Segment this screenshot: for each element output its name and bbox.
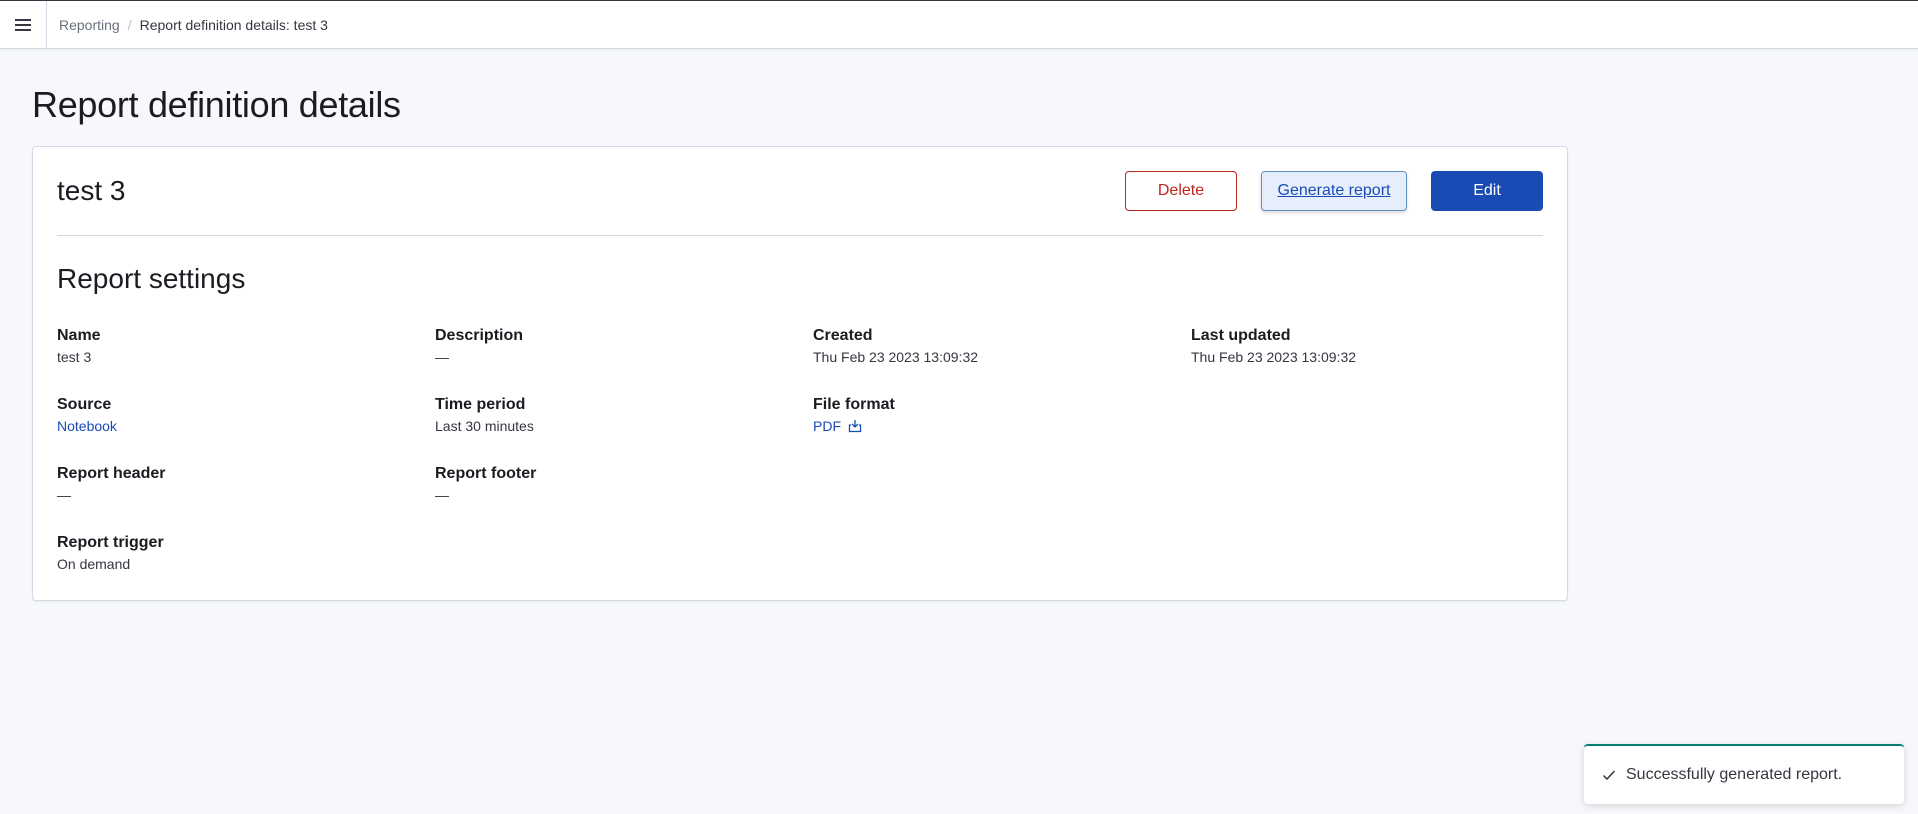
- name-field: Name test 3: [57, 327, 101, 365]
- description-label: Description: [435, 327, 524, 344]
- report-footer-value: —: [435, 487, 449, 503]
- report-trigger-value: On demand: [57, 556, 131, 572]
- name-value: test 3: [57, 349, 92, 365]
- pdf-download-link[interactable]: PDF: [813, 418, 863, 434]
- hamburger-menu-icon: [15, 18, 31, 31]
- file-format-field: File format PDF: [813, 396, 895, 434]
- source-field: Source Notebook: [57, 396, 117, 434]
- report-trigger-field: Report trigger On demand: [57, 534, 164, 572]
- time-period-label: Time period: [435, 396, 526, 413]
- source-notebook-link[interactable]: Notebook: [57, 418, 117, 434]
- name-label: Name: [57, 327, 101, 344]
- last-updated-field: Last updated Thu Feb 23 2023 13:09:32: [1191, 327, 1356, 365]
- report-settings-title: Report settings: [57, 263, 246, 294]
- file-format-value: PDF: [813, 418, 841, 434]
- created-label: Created: [813, 327, 873, 344]
- breadcrumb: Reporting / Report definition details: t…: [47, 17, 328, 33]
- delete-button[interactable]: Delete: [1125, 171, 1237, 211]
- menu-button[interactable]: [0, 0, 47, 49]
- top-bar: Reporting / Report definition details: t…: [0, 0, 1918, 49]
- breadcrumb-separator: /: [127, 16, 132, 33]
- page-title: Report definition details: [32, 84, 401, 125]
- breadcrumb-current: Report definition details: test 3: [139, 16, 328, 33]
- description-value: —: [435, 349, 449, 365]
- description-field: Description —: [435, 327, 523, 365]
- breadcrumb-reporting-link[interactable]: Reporting: [59, 17, 120, 33]
- report-trigger-label: Report trigger: [57, 534, 164, 551]
- time-period-field: Time period Last 30 minutes: [435, 396, 534, 434]
- section-divider: [57, 235, 1543, 236]
- report-header-field: Report header —: [57, 465, 165, 503]
- last-updated-value: Thu Feb 23 2023 13:09:32: [1191, 349, 1357, 365]
- report-definition-panel: test 3 Delete Generate report Edit Repor…: [32, 146, 1568, 601]
- generate-report-button[interactable]: Generate report: [1261, 171, 1407, 211]
- created-value: Thu Feb 23 2023 13:09:32: [813, 349, 979, 365]
- success-toast[interactable]: Successfully generated report.: [1584, 744, 1904, 804]
- definition-name-heading: test 3: [57, 175, 126, 206]
- report-footer-field: Report footer —: [435, 465, 536, 503]
- report-header-label: Report header: [57, 465, 166, 482]
- toast-message: Successfully generated report.: [1626, 766, 1843, 783]
- check-icon: [1602, 770, 1616, 781]
- download-icon: [848, 420, 862, 433]
- created-field: Created Thu Feb 23 2023 13:09:32: [813, 327, 978, 365]
- report-footer-label: Report footer: [435, 465, 537, 482]
- report-header-value: —: [57, 487, 71, 503]
- last-updated-label: Last updated: [1191, 327, 1291, 344]
- file-format-label: File format: [813, 396, 895, 413]
- time-period-value: Last 30 minutes: [435, 418, 534, 434]
- source-label: Source: [57, 396, 112, 413]
- edit-button[interactable]: Edit: [1431, 171, 1543, 211]
